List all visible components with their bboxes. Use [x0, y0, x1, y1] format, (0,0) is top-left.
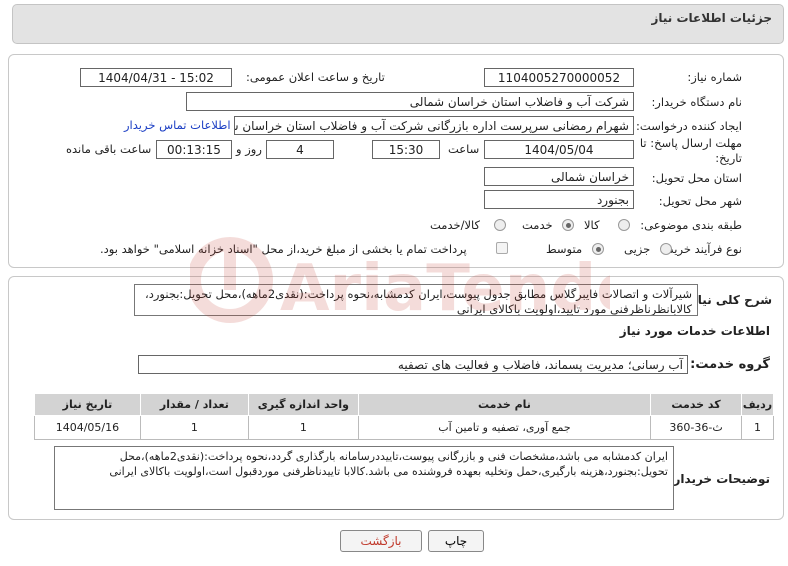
category-option-goods: کالا [584, 218, 600, 232]
col-name: نام خدمت [357, 393, 652, 416]
summary-textarea[interactable]: شیرآلات و اتصالات فایبرگلاس مطابق جدول پ… [134, 284, 698, 316]
col-row: ردیف [741, 393, 774, 416]
creator-label: ایجاد کننده درخواست: [636, 119, 742, 133]
service-group-field: آب رسانی؛ مدیریت پسماند، فاضلاب و فعالیت… [138, 355, 688, 374]
process-radio-medium[interactable] [592, 243, 604, 255]
buyer-notes-textarea[interactable]: ایران کدمشابه می باشد،مشخصات فنی و بازرگ… [54, 446, 674, 510]
category-label: طبقه بندی موضوعی: [640, 218, 742, 232]
province-field: خراسان شمالی [484, 167, 634, 186]
col-code: کد خدمت [650, 393, 743, 416]
category-option-service: خدمت [522, 218, 553, 232]
category-radio-goods-service[interactable] [494, 219, 506, 231]
back-button[interactable]: بازگشت [340, 530, 422, 552]
buyer-field: شرکت آب و فاضلاب استان خراسان شمالی [186, 92, 634, 111]
process-radio-minor[interactable] [660, 243, 672, 255]
deadline-time-label: ساعت [448, 142, 480, 156]
service-group-label: گروه خدمت: [690, 357, 770, 372]
cell-qty: 1 [139, 415, 249, 440]
col-qty: تعداد / مقدار [139, 393, 249, 416]
city-label: شهر محل تحویل: [658, 194, 742, 208]
process-option-medium: متوسط [546, 242, 583, 256]
announce-label: تاریخ و ساعت اعلان عمومی: [246, 70, 385, 84]
print-button[interactable]: چاپ [428, 530, 484, 552]
treasury-checkbox[interactable] [496, 242, 508, 254]
need-number-field: 1104005270000052 [484, 68, 634, 87]
process-label: نوع فرآیند خرید : [660, 242, 742, 256]
process-option-minor: جزیی [624, 242, 651, 256]
cell-unit: 1 [247, 415, 359, 440]
deadline-label: مهلت ارسال پاسخ: تا تاریخ: [639, 136, 742, 165]
category-option-goods-service: کالا/خدمت [430, 218, 481, 232]
deadline-time-field: 15:30 [372, 140, 440, 159]
deadline-date-field: 1404/05/04 [484, 140, 634, 159]
table-row[interactable]: 1 ث-36-360 جمع آوری، تصفیه و تامین آب 1 … [34, 415, 774, 440]
table-header-row: ردیف کد خدمت نام خدمت واحد اندازه گیری ت… [34, 393, 774, 416]
creator-field: شهرام رمضانی سرپرست اداره بازرگانی شرکت … [234, 116, 634, 135]
need-number-label: شماره نیاز: [687, 70, 742, 84]
days-label: روز و [236, 142, 262, 156]
days-field: 4 [266, 140, 334, 159]
buyer-contact-link[interactable]: اطلاعات تماس خریدار [124, 118, 231, 132]
buyer-label: نام دستگاه خریدار: [651, 95, 742, 109]
buyer-notes-label: توضیحات خریدار: [668, 472, 770, 486]
city-field: بجنورد [484, 190, 634, 209]
col-unit: واحد اندازه گیری [247, 393, 359, 416]
cell-name: جمع آوری، تصفیه و تامین آب [357, 415, 652, 440]
remaining-label: ساعت باقی مانده [66, 142, 152, 156]
category-radio-goods[interactable] [618, 219, 630, 231]
cell-date: 1404/05/16 [34, 415, 141, 440]
summary-label: شرح کلی نیاز: [686, 293, 772, 307]
announce-field: 1404/04/31 - 15:02 [80, 68, 232, 87]
category-radio-service[interactable] [562, 219, 574, 231]
cell-row: 1 [741, 415, 774, 440]
page-title: جزئیات اطلاعات نیاز [651, 11, 772, 25]
province-label: استان محل تحویل: [651, 171, 742, 185]
cell-code: ث-36-360 [650, 415, 743, 440]
treasury-text: پرداخت تمام یا بخشی از مبلغ خرید،از محل … [100, 242, 467, 256]
services-section-title: اطلاعات خدمات مورد نیاز [619, 324, 770, 338]
remaining-time-field: 00:13:15 [156, 140, 232, 159]
col-date: تاریخ نیاز [34, 393, 141, 416]
services-table: ردیف کد خدمت نام خدمت واحد اندازه گیری ت… [34, 393, 774, 440]
